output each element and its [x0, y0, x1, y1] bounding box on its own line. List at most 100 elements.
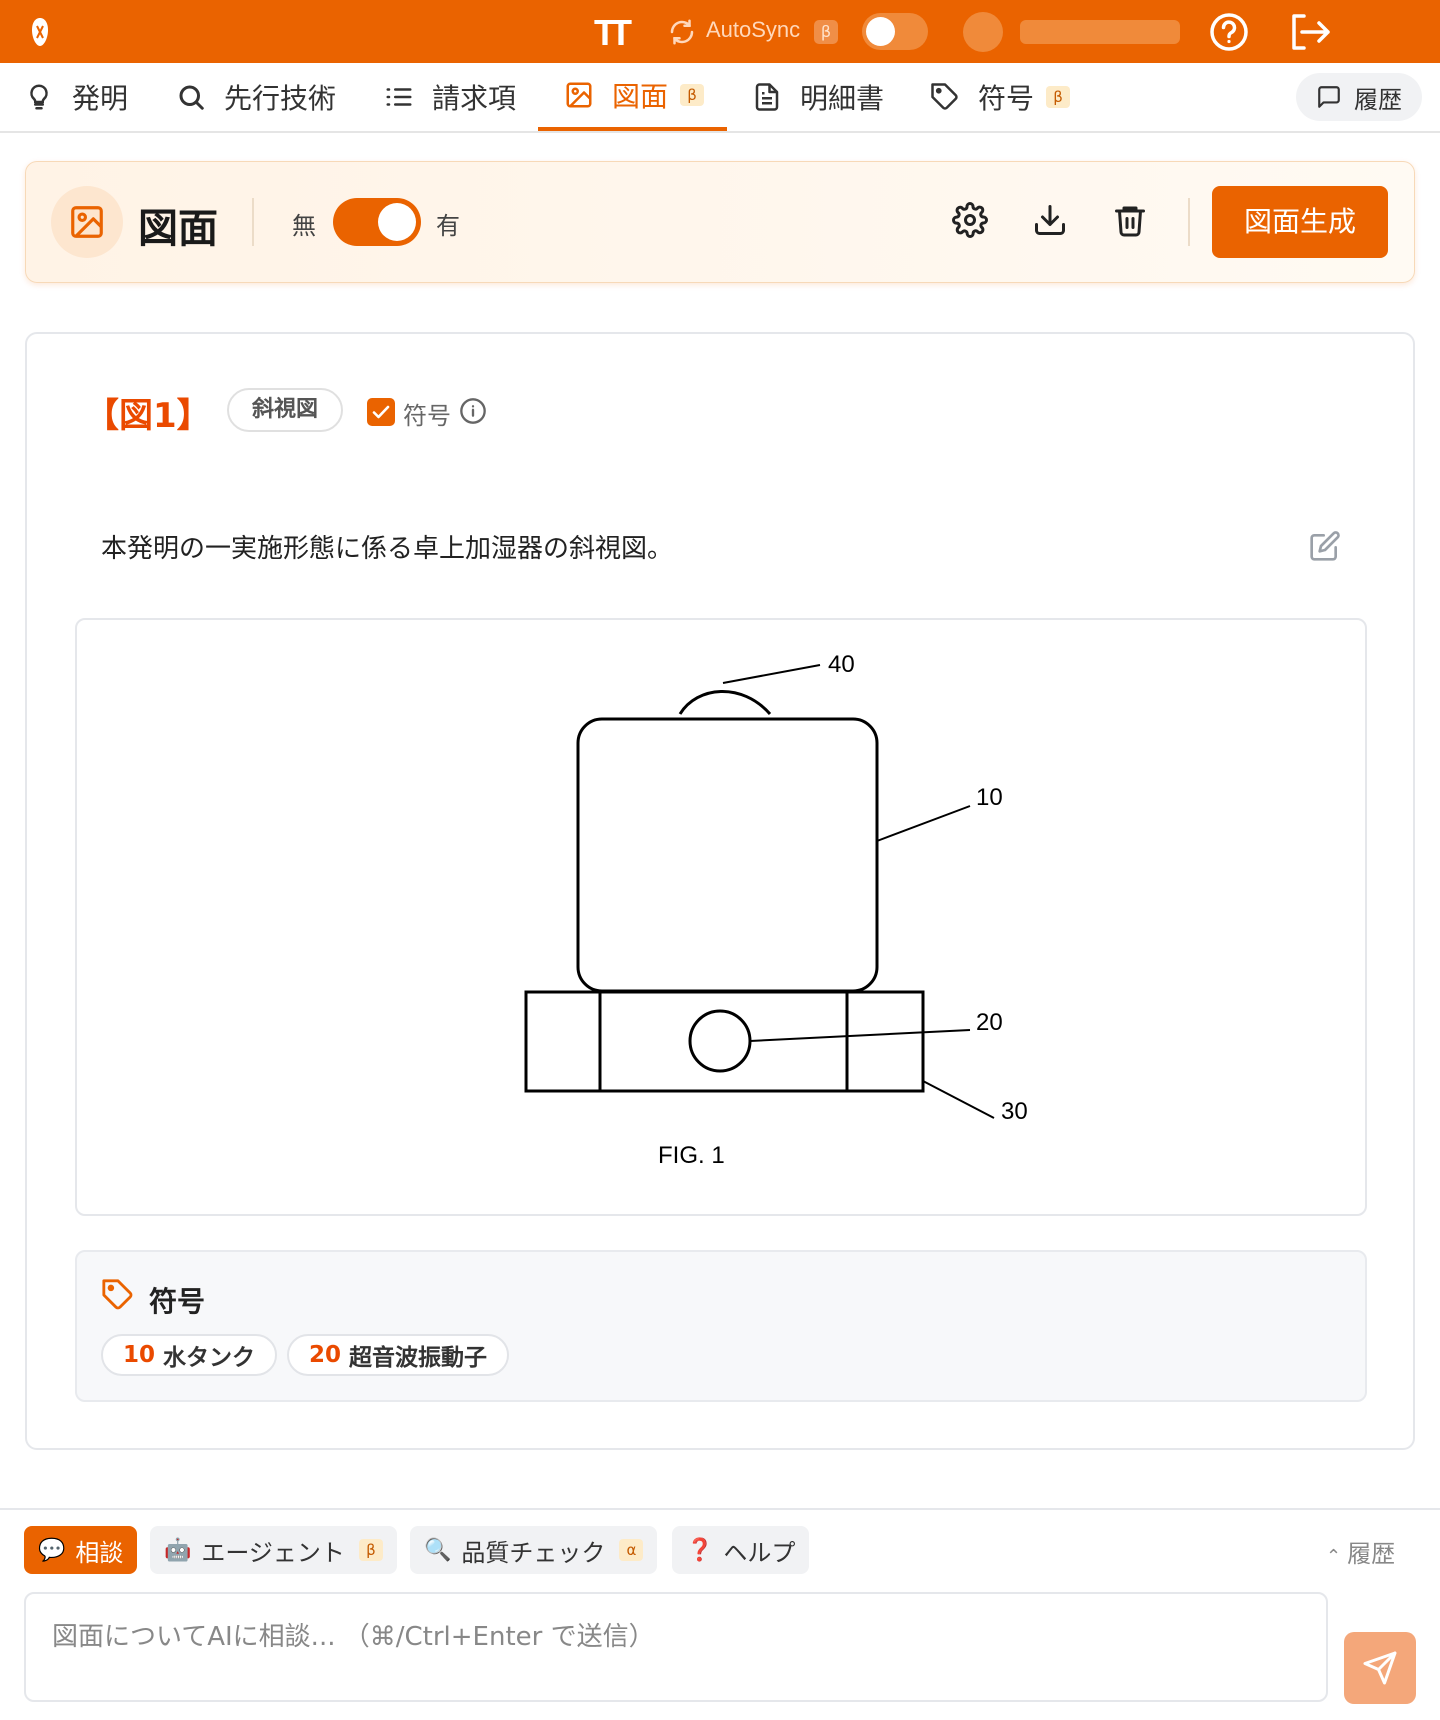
text-size-icon[interactable]: TT — [594, 12, 632, 54]
reference-number: 20 — [309, 1342, 342, 1368]
reference-number: 10 — [123, 1342, 156, 1368]
leader-line-30 — [922, 1080, 995, 1119]
leader-line-40 — [722, 664, 821, 684]
trash-icon[interactable] — [1112, 202, 1148, 238]
callout-20: 20 — [976, 1009, 1003, 1036]
history-label: 履歴 — [1354, 85, 1402, 114]
page-title: 図面 — [138, 206, 218, 252]
checkmark-icon — [372, 405, 390, 419]
divider — [252, 198, 254, 246]
chat-mode-quality-check[interactable]: 🔍 品質チェック α — [410, 1526, 658, 1574]
tab-invention[interactable]: 発明 — [24, 63, 128, 131]
lightbulb-icon — [30, 84, 48, 110]
edit-icon[interactable] — [1309, 530, 1341, 562]
drawings-header: 図面 無 有 図面生成 — [25, 161, 1415, 283]
show-refs-checkbox[interactable] — [367, 398, 395, 426]
avatar[interactable] — [963, 12, 1003, 52]
reference-name: 超音波振動子 — [349, 1345, 488, 1371]
callout-10: 10 — [976, 784, 1003, 811]
question-icon: ❓ — [686, 1537, 714, 1563]
drawing-canvas: 40 10 20 30 FIG. 1 — [524, 651, 1028, 1169]
drawing-part-transducer — [688, 1009, 752, 1073]
chat-mode-agent[interactable]: 🤖 エージェント β — [150, 1526, 397, 1574]
alpha-badge: α — [619, 1539, 644, 1561]
chat-history-link[interactable]: ⌃ 履歴 — [1326, 1534, 1395, 1569]
beta-badge: β — [680, 84, 705, 106]
username-placeholder[interactable] — [1020, 20, 1180, 44]
view-type-pill[interactable]: 斜視図 — [227, 388, 343, 432]
tab-label: 請求項 — [432, 82, 517, 115]
image-icon — [566, 82, 592, 108]
tab-prior-art[interactable]: 先行技術 — [176, 63, 336, 131]
settings-icon[interactable] — [952, 202, 988, 238]
tab-specification[interactable]: 明細書 — [752, 63, 884, 131]
tag-icon — [931, 83, 958, 110]
drawing-caption: FIG. 1 — [658, 1142, 725, 1169]
main-tabs: 発明 先行技術 請求項 図面 β 明細書 符号 β 履歴 — [0, 63, 1440, 133]
callout-30: 30 — [1001, 1098, 1028, 1125]
chevron-up-icon: ⌃ — [1326, 1546, 1342, 1567]
tab-label: 図面 — [612, 80, 669, 113]
image-icon — [71, 206, 103, 238]
info-icon[interactable] — [459, 397, 487, 425]
divider — [1188, 198, 1190, 246]
drawings-icon-wrap — [51, 186, 123, 258]
show-refs-label: 符号 — [403, 402, 451, 430]
generate-drawing-button[interactable]: 図面生成 — [1212, 186, 1388, 258]
sync-icon[interactable] — [667, 17, 697, 47]
history-button[interactable]: 履歴 — [1296, 73, 1422, 121]
autosync-label: AutoSync — [706, 17, 801, 42]
callout-40: 40 — [828, 651, 855, 678]
leader-line-10 — [876, 805, 971, 842]
reference-signs-panel: 符号 10 水タンク 20 超音波振動子 — [75, 1250, 1367, 1402]
drawing-part-base — [524, 990, 925, 1093]
figure-card: 【図1】 斜視図 符号 本発明の一実施形態に係る卓上加湿器の斜視図。 40 10… — [25, 332, 1415, 1450]
chat-input[interactable] — [24, 1592, 1328, 1702]
search-icon — [179, 85, 204, 110]
autosync-toggle[interactable] — [862, 13, 928, 50]
reference-signs-title: 符号 — [149, 1285, 206, 1318]
divider — [0, 1508, 1440, 1510]
tab-label: 発明 — [72, 82, 129, 115]
reference-name: 水タンク — [163, 1345, 256, 1371]
comment-icon — [1318, 86, 1340, 108]
drawing-part-tank — [576, 717, 879, 993]
tab-reference-signs[interactable]: 符号 β — [930, 63, 1071, 131]
patent-drawing: 40 10 20 30 FIG. 1 — [75, 618, 1367, 1216]
figure-description: 本発明の一実施形態に係る卓上加湿器の斜視図。 — [101, 534, 674, 564]
download-icon[interactable] — [1032, 202, 1068, 238]
chip-label: ヘルプ — [723, 1538, 796, 1567]
toggle-knob — [866, 17, 895, 46]
chip-label: 相談 — [75, 1538, 124, 1567]
logout-icon[interactable] — [1288, 12, 1332, 52]
chat-mode-consult[interactable]: 💬 相談 — [24, 1526, 138, 1574]
chip-label: エージェント — [201, 1538, 345, 1567]
drawings-enable-toggle[interactable] — [333, 198, 421, 246]
send-icon — [1363, 1651, 1397, 1685]
logo-icon[interactable] — [28, 16, 52, 48]
robot-icon: 🤖 — [164, 1537, 192, 1563]
tab-drawings[interactable]: 図面 β — [538, 63, 727, 131]
toggle-off-label: 無 — [292, 212, 316, 240]
chip-label: 品質チェック — [461, 1538, 606, 1567]
tab-label: 符号 — [978, 82, 1035, 115]
figure-label: 【図1】 — [85, 396, 211, 436]
drawing-part-knob — [678, 690, 772, 715]
help-icon[interactable] — [1208, 11, 1250, 53]
speech-bubble-icon: 💬 — [38, 1537, 66, 1563]
history-label: 履歴 — [1347, 1540, 1396, 1568]
magnifier-icon: 🔍 — [424, 1537, 452, 1563]
tab-label: 先行技術 — [224, 82, 337, 115]
chat-mode-help[interactable]: ❓ ヘルプ — [672, 1526, 810, 1574]
send-button[interactable] — [1344, 1632, 1416, 1704]
reference-sign-pill[interactable]: 10 水タンク — [101, 1334, 278, 1376]
list-icon — [386, 88, 412, 106]
autosync-beta-badge: β — [814, 20, 838, 44]
tab-label: 明細書 — [800, 82, 885, 115]
leader-line-20 — [749, 1029, 971, 1042]
beta-badge: β — [1046, 86, 1071, 108]
toggle-on-label: 有 — [436, 212, 460, 240]
reference-sign-pill[interactable]: 20 超音波振動子 — [287, 1334, 510, 1376]
tab-claims[interactable]: 請求項 — [384, 63, 516, 131]
top-bar: TT AutoSync β — [0, 0, 1440, 63]
